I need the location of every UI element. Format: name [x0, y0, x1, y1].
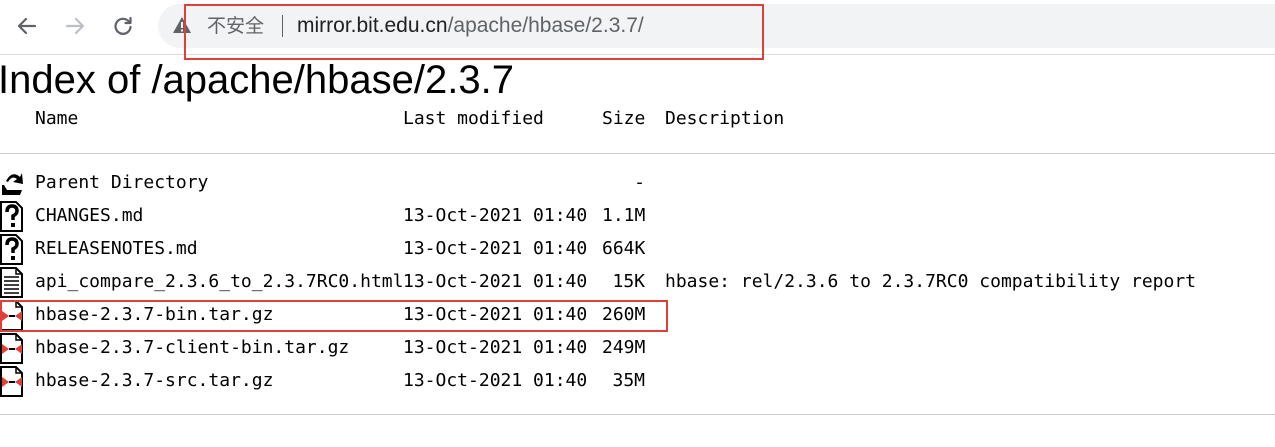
- unknown-file-icon: [0, 234, 23, 265]
- compressed-file-icon: [0, 333, 23, 364]
- page-title: Index of /apache/hbase/2.3.7: [0, 58, 514, 102]
- unknown-file-icon: [0, 201, 23, 232]
- file-modified: 13-Oct-2021 01:40: [403, 205, 588, 226]
- header-divider: [0, 153, 1275, 154]
- file-size: 249M: [602, 337, 646, 358]
- file-size: 15K: [612, 271, 645, 292]
- column-header-size[interactable]: Size: [602, 107, 645, 131]
- file-name-link[interactable]: RELEASENOTES.md: [35, 237, 198, 261]
- forward-button[interactable]: [57, 8, 93, 44]
- column-header-name[interactable]: Name: [35, 107, 78, 131]
- table-row: hbase-2.3.7-client-bin.tar.gz 13-Oct-202…: [0, 332, 1275, 365]
- back-button[interactable]: [9, 8, 45, 44]
- file-size: 35M: [612, 370, 645, 391]
- file-name-link[interactable]: hbase-2.3.7-client-bin.tar.gz: [35, 336, 349, 360]
- file-size: 664K: [602, 238, 646, 259]
- arrow-right-icon: [65, 17, 85, 35]
- file-modified: 13-Oct-2021 01:40: [403, 238, 588, 259]
- table-row: api_compare_2.3.6_to_2.3.7RC0.html 13-Oc…: [0, 266, 1275, 299]
- arrow-left-icon: [17, 17, 37, 35]
- table-row: RELEASENOTES.md 13-Oct-2021 01:40 664K: [0, 233, 1275, 266]
- table-row: hbase-2.3.7-src.tar.gz 13-Oct-2021 01:40…: [0, 365, 1275, 398]
- text-file-icon: [0, 267, 23, 298]
- file-name-link[interactable]: CHANGES.md: [35, 204, 143, 228]
- file-size: -: [634, 172, 645, 193]
- column-header-last-modified[interactable]: Last modified: [403, 107, 544, 131]
- footer-divider: [0, 414, 1275, 415]
- table-row: Parent Directory -: [0, 167, 1275, 200]
- file-size: 1.1M: [602, 205, 646, 226]
- table-row: CHANGES.md 13-Oct-2021 01:40 1.1M: [0, 200, 1275, 233]
- compressed-file-icon: [0, 366, 23, 397]
- reload-icon: [114, 16, 132, 35]
- url-highlight-box: [184, 4, 764, 60]
- file-modified: 13-Oct-2021 01:40: [403, 337, 588, 358]
- row-highlight-box: [0, 300, 668, 332]
- reload-button[interactable]: [105, 8, 141, 44]
- file-name-link[interactable]: hbase-2.3.7-src.tar.gz: [35, 369, 273, 393]
- parent-directory-icon: [2, 173, 23, 195]
- file-modified: 13-Oct-2021 01:40: [403, 370, 588, 391]
- file-name-link[interactable]: Parent Directory: [35, 171, 208, 195]
- file-modified: 13-Oct-2021 01:40: [403, 271, 588, 292]
- column-header-description[interactable]: Description: [665, 107, 784, 131]
- file-name-link[interactable]: api_compare_2.3.6_to_2.3.7RC0.html: [35, 270, 403, 294]
- file-description: hbase: rel/2.3.6 to 2.3.7RC0 compatibili…: [665, 271, 1197, 292]
